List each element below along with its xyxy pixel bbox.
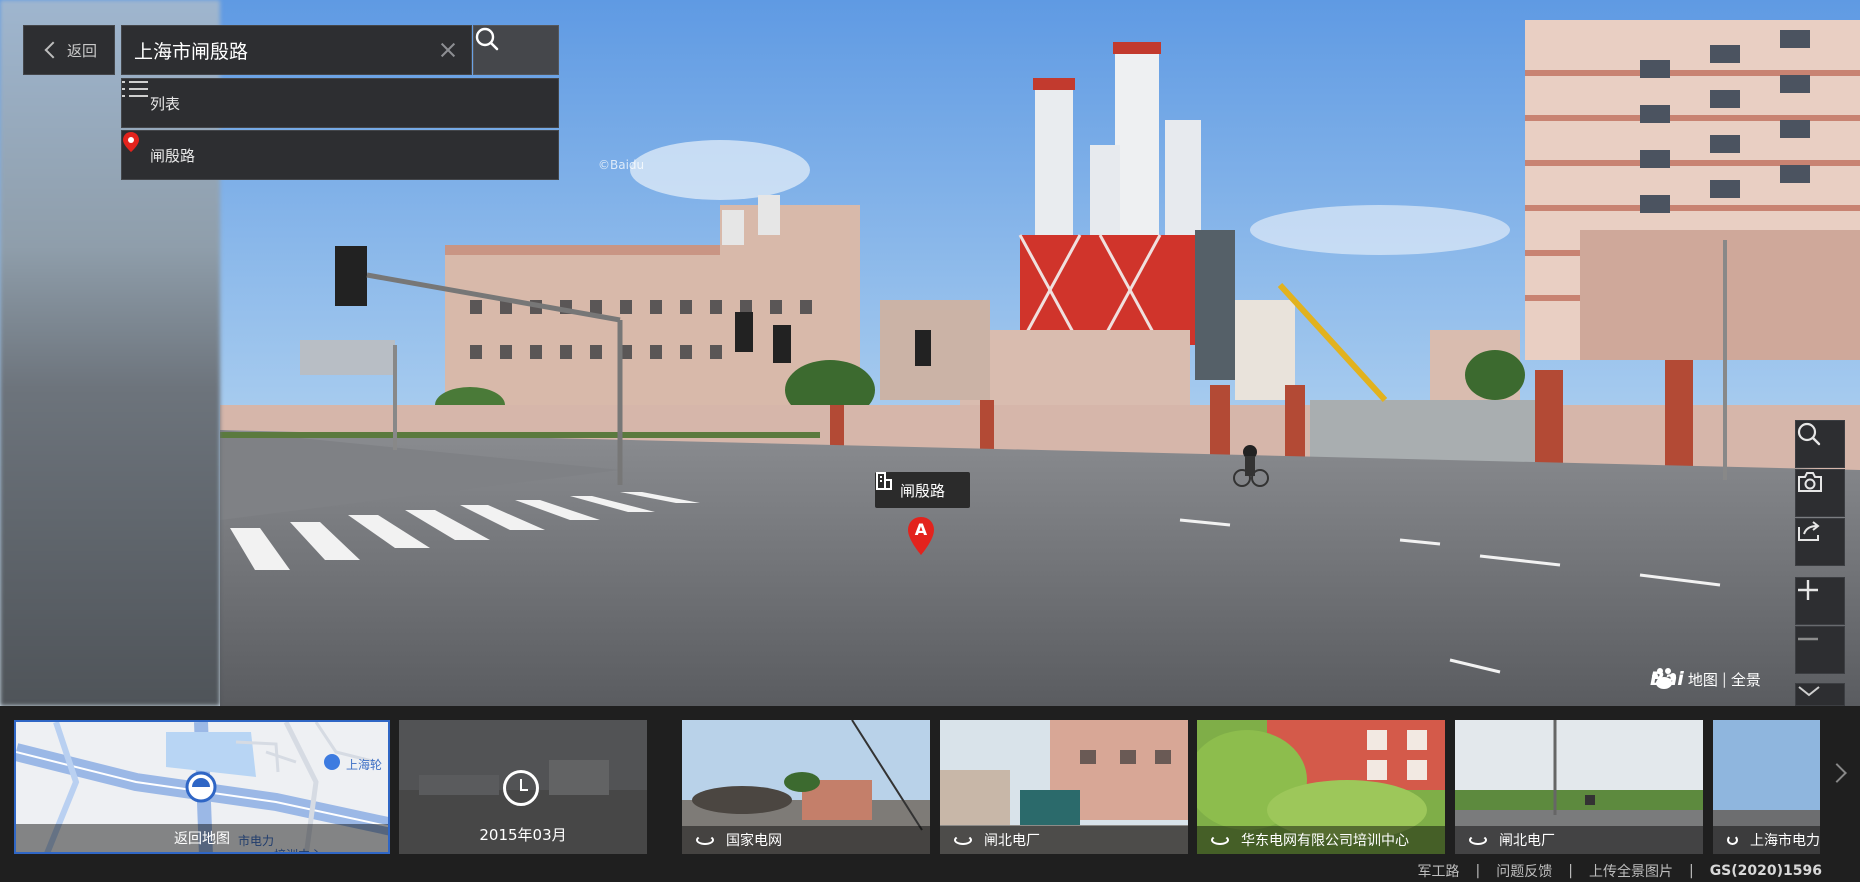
dropdown-item-label: 闸殷路: [150, 146, 196, 165]
dropdown-item-result[interactable]: 闸殷路: [121, 130, 559, 180]
rotate-icon: [1211, 835, 1229, 845]
back-to-map-label: 返回地图: [174, 831, 230, 847]
map-label: 上海轮: [346, 758, 383, 772]
zoom-in-button[interactable]: [1795, 577, 1845, 625]
logo-pano: 全景: [1730, 670, 1761, 689]
thumbnail-label: 闸北电厂: [984, 833, 1040, 849]
rotate-icon: [1469, 835, 1487, 845]
nearby-pano-thumbnail[interactable]: 华东电网有限公司培训中心: [1197, 720, 1445, 854]
map-thumbnail[interactable]: 上海轮 市电力 培训中心 返回地图: [14, 720, 390, 854]
map-pin-icon: [123, 132, 139, 152]
camera-icon: [1798, 472, 1822, 492]
search-icon: [475, 27, 499, 51]
search-tool-button[interactable]: [1795, 420, 1845, 468]
building-icon: [876, 472, 892, 490]
dropdown-item-label: 列表: [150, 94, 181, 113]
footer-link-road[interactable]: 军工路: [1418, 861, 1460, 881]
thumbnail-caption: 闸北电厂: [940, 826, 1188, 854]
footer-link-upload[interactable]: 上传全景图片: [1589, 861, 1673, 881]
nearby-pano-thumbnail[interactable]: 国家电网: [682, 720, 930, 854]
zoom-in-icon: [1798, 580, 1818, 600]
rotate-icon: [1727, 835, 1738, 845]
baidu-pano-logo: Bai 地图 | 全景: [1650, 668, 1761, 690]
time-machine-thumbnail[interactable]: 2015年03月: [399, 720, 647, 854]
footer-separator: |: [1688, 863, 1694, 879]
nearby-pano-thumbnail[interactable]: 闸北电厂: [1455, 720, 1703, 854]
panorama-view[interactable]: ©Baidu 返回 列表 闸殷路: [0, 0, 1860, 706]
zoom-out-button[interactable]: [1795, 626, 1845, 674]
map-thumbnail-caption: 返回地图: [16, 824, 388, 852]
footer-separator: |: [1475, 863, 1481, 879]
thumbnail-strip: 上海轮 市电力 培训中心 返回地图 2015年03月 国家电网: [0, 706, 1860, 860]
capture-date: 2015年03月: [479, 826, 567, 844]
footer-separator: |: [1568, 863, 1573, 879]
thumbnail-caption: 国家电网: [682, 826, 930, 854]
footer-link-feedback[interactable]: 问题反馈: [1496, 861, 1552, 881]
thumbnail-label: 国家电网: [726, 833, 782, 849]
zoom-out-icon: [1798, 637, 1818, 641]
camera-button[interactable]: [1795, 469, 1845, 517]
search-button[interactable]: [473, 25, 559, 75]
paw-icon: [1652, 668, 1676, 689]
thumbnail-caption: 华东电网有限公司培训中心: [1197, 826, 1445, 854]
search-box: [121, 25, 472, 75]
dropdown-item-list[interactable]: 列表: [121, 78, 559, 128]
share-icon: [1798, 521, 1820, 541]
nearby-pano-thumbnail[interactable]: 闸北电厂: [940, 720, 1188, 854]
chevron-down-icon: [1798, 686, 1820, 697]
poi-label-text: 闸殷路: [899, 481, 945, 500]
map-license: GS(2020)1596: [1709, 863, 1822, 879]
logo-map: 地图: [1687, 670, 1718, 689]
nearby-pano-thumbnail[interactable]: 上海市电力: [1713, 720, 1820, 854]
back-button[interactable]: 返回: [23, 25, 115, 75]
poi-label[interactable]: 闸殷路: [875, 472, 970, 508]
list-icon: [122, 81, 148, 97]
rotate-icon: [954, 835, 972, 845]
chevron-right-icon[interactable]: [1827, 763, 1847, 783]
collapse-strip-button[interactable]: [1795, 683, 1845, 706]
search-input[interactable]: [134, 39, 437, 61]
share-button[interactable]: [1795, 518, 1845, 566]
clear-search-icon[interactable]: [437, 39, 459, 61]
chevron-left-icon: [44, 41, 62, 59]
clock-icon: [503, 770, 539, 806]
thumbnail-caption: 闸北电厂: [1455, 826, 1703, 854]
logo-separator: |: [1721, 670, 1727, 688]
poi-pin[interactable]: A: [906, 516, 936, 556]
footer: 军工路 | 问题反馈 | 上传全景图片 | GS(2020)1596: [0, 860, 1860, 882]
search-icon: [1797, 422, 1821, 446]
thumbnail-label: 华东电网有限公司培训中心: [1241, 833, 1409, 849]
thumbnail-caption: 上海市电力: [1713, 826, 1820, 854]
rotate-icon: [696, 835, 714, 845]
watermark: ©Baidu: [598, 158, 645, 172]
thumbnail-label: 闸北电厂: [1499, 833, 1555, 849]
pin-letter: A: [914, 520, 928, 539]
back-button-label: 返回: [66, 41, 97, 60]
thumbnail-label: 上海市电力: [1750, 833, 1820, 849]
